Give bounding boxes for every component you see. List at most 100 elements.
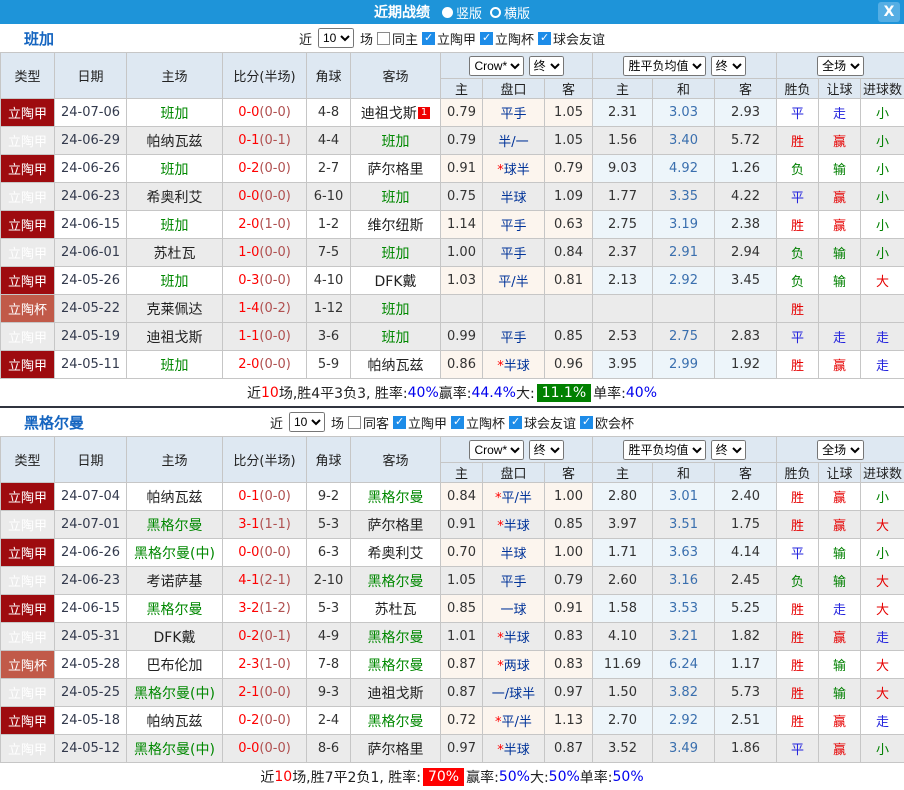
odds-source-select[interactable]: Crow* (469, 56, 524, 76)
mean-away: 2.38 (715, 211, 777, 239)
odds-final-select[interactable]: 终 (529, 56, 564, 76)
odds-away: 0.91 (545, 595, 593, 623)
games-label: 场 (331, 413, 344, 432)
mean-final-select[interactable]: 终 (711, 440, 746, 460)
summary-segment: 场,胜7平2负1, 胜率: (292, 767, 421, 787)
handicap: 平手 (483, 211, 545, 239)
corner-count: 5-3 (307, 595, 351, 623)
result-goals: 小 (861, 99, 904, 127)
radio-horizontal-icon[interactable] (490, 7, 501, 18)
mean-final-select[interactable]: 终 (711, 56, 746, 76)
match-date: 24-05-22 (55, 295, 127, 323)
same-venue-filter[interactable]: 同主 (377, 29, 418, 48)
summary-segment: 50% (499, 769, 530, 785)
league-filter[interactable]: 立陶杯 (451, 413, 505, 432)
checkbox-icon[interactable] (451, 416, 464, 429)
match-row: 立陶甲 24-07-04 帕纳瓦兹 0-1(0-0) 9-2 黑格尔曼 0.84… (1, 483, 904, 511)
col-mean-draw: 和 (653, 463, 715, 483)
result-handicap: 输 (819, 239, 861, 267)
checkbox-icon[interactable] (509, 416, 522, 429)
corner-count: 4-8 (307, 99, 351, 127)
odds-away: 0.81 (545, 267, 593, 295)
mean-home: 2.37 (593, 239, 653, 267)
mean-away: 5.73 (715, 679, 777, 707)
home-team: 班加 (161, 218, 189, 234)
filters-bar: 近 10 场 同主 立陶甲立陶杯球会友谊 (299, 28, 605, 48)
scope-select[interactable]: 全场 (817, 56, 864, 76)
mean-away: 2.83 (715, 323, 777, 351)
radio-vertical-icon[interactable] (442, 7, 453, 18)
odds-away: 0.85 (545, 323, 593, 351)
mean-draw (653, 295, 715, 323)
odds-final-select[interactable]: 终 (529, 440, 564, 460)
mean-home: 1.50 (593, 679, 653, 707)
odds-away: 0.79 (545, 155, 593, 183)
result-wdl: 胜 (777, 127, 819, 155)
home-team: 黑格尔曼(中) (134, 742, 215, 758)
odds-group-header: Crow* 终 (441, 53, 593, 79)
league-filter[interactable]: 立陶甲 (393, 413, 447, 432)
away-cell: 黑格尔曼 (351, 483, 441, 511)
corner-count: 6-3 (307, 539, 351, 567)
league-filter[interactable]: 立陶甲 (422, 29, 476, 48)
checkbox-icon[interactable] (393, 416, 406, 429)
league-filter-label: 立陶甲 (408, 413, 447, 432)
checkbox-icon[interactable] (348, 416, 361, 429)
match-row: 立陶甲 24-07-06 班加 0-0(0-0) 4-8 迪祖戈斯1 0.79 … (1, 99, 904, 127)
games-count-select[interactable]: 10 (318, 28, 354, 48)
away-cell: 黑格尔曼 (351, 623, 441, 651)
radio-vertical-label[interactable]: 竖版 (456, 3, 482, 22)
close-icon[interactable]: X (878, 2, 900, 22)
league-filter[interactable]: 欧会杯 (580, 413, 634, 432)
result-wdl: 平 (777, 323, 819, 351)
checkbox-icon[interactable] (538, 32, 551, 45)
away-cell: 迪祖戈斯1 (351, 99, 441, 127)
checkbox-icon[interactable] (377, 32, 390, 45)
summary-segment: 单率: (593, 383, 626, 403)
away-cell: 班加 (351, 183, 441, 211)
result-handicap: 走 (819, 323, 861, 351)
home-team: 黑格尔曼(中) (134, 686, 215, 702)
scope-select[interactable]: 全场 (817, 440, 864, 460)
league-filter[interactable]: 立陶杯 (480, 29, 534, 48)
match-type: 立陶甲 (1, 567, 55, 595)
handicap: 平手 (483, 99, 545, 127)
mean-select[interactable]: 胜平负均值 (623, 440, 706, 460)
checkbox-icon[interactable] (480, 32, 493, 45)
result-wdl: 负 (777, 239, 819, 267)
col-mean-home: 主 (593, 79, 653, 99)
match-type: 立陶甲 (1, 595, 55, 623)
result-wdl: 平 (777, 735, 819, 763)
away-cell: 班加 (351, 127, 441, 155)
same-venue-filter[interactable]: 同客 (348, 413, 389, 432)
radio-horizontal-label[interactable]: 横版 (504, 3, 530, 22)
away-team-name: 黑格尔曼 (368, 490, 424, 506)
result-handicap: 输 (819, 539, 861, 567)
mean-home: 2.31 (593, 99, 653, 127)
odds-source-select[interactable]: Crow* (469, 440, 524, 460)
games-count-select[interactable]: 10 (289, 412, 325, 432)
league-filter[interactable]: 球会友谊 (509, 413, 576, 432)
match-type: 立陶杯 (1, 295, 55, 323)
col-type: 类型 (1, 53, 55, 99)
near-label: 近 (270, 413, 283, 432)
away-team-name: 黑格尔曼 (368, 630, 424, 646)
match-date: 24-06-01 (55, 239, 127, 267)
handicap: *半球 (483, 351, 545, 379)
result-wdl: 胜 (777, 511, 819, 539)
checkbox-icon[interactable] (580, 416, 593, 429)
mean-draw: 2.75 (653, 323, 715, 351)
league-filter[interactable]: 球会友谊 (538, 29, 605, 48)
odds-home: 0.79 (441, 99, 483, 127)
result-wdl: 胜 (777, 651, 819, 679)
mean-home: 1.71 (593, 539, 653, 567)
match-type: 立陶甲 (1, 211, 55, 239)
mean-select[interactable]: 胜平负均值 (623, 56, 706, 76)
result-handicap: 赢 (819, 511, 861, 539)
games-label: 场 (360, 29, 373, 48)
checkbox-icon[interactable] (422, 32, 435, 45)
col-let: 让球 (819, 463, 861, 483)
match-date: 24-05-12 (55, 735, 127, 763)
summary-segment: 50% (613, 769, 644, 785)
handicap: *球半 (483, 155, 545, 183)
